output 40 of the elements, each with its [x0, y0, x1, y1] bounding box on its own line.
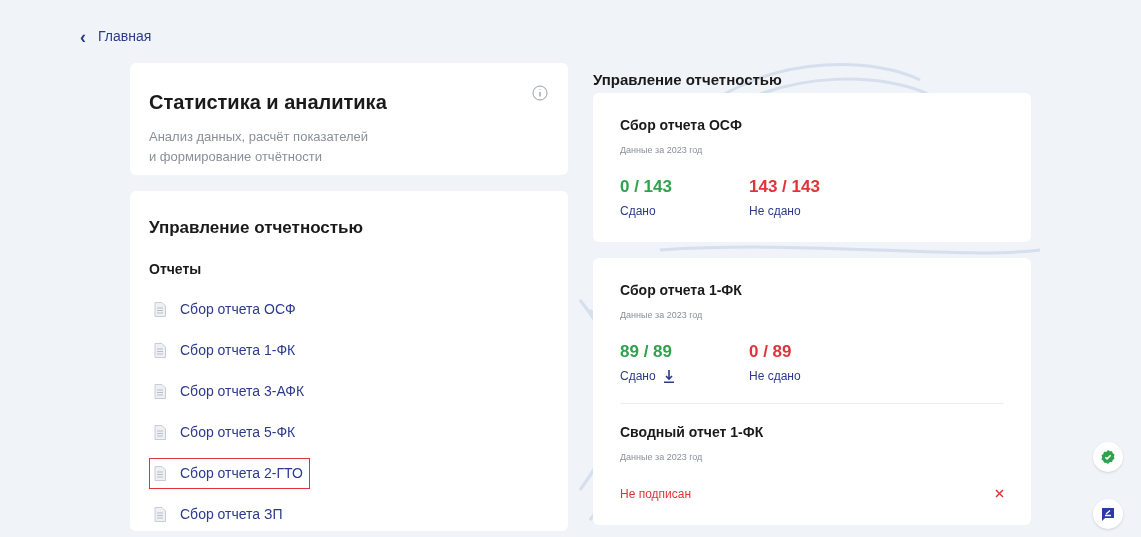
badge-check-icon: [1101, 450, 1115, 464]
document-icon: [154, 342, 166, 358]
section-title: Управление отчетностью: [149, 217, 364, 239]
page-description: Анализ данных, расчёт показателей и формирование отчётности: [149, 128, 369, 166]
card-subtitle: Данные за 2023 год: [620, 309, 703, 322]
card-title: Сбор отчета 1-ФК: [620, 281, 742, 300]
section-title: Управление отчетностью: [593, 70, 782, 90]
report-link[interactable]: Сбор отчета 2-ГТО: [149, 457, 310, 489]
document-icon: [154, 383, 166, 399]
card-title: Сбор отчета ОСФ: [620, 116, 742, 135]
close-icon[interactable]: [995, 489, 1004, 498]
verified-button[interactable]: [1093, 442, 1123, 472]
report-link[interactable]: Сбор отчета ЗП: [149, 498, 288, 530]
list-title: Отчеты: [149, 259, 202, 279]
stat-value: 89 / 89: [620, 340, 672, 363]
report-link[interactable]: Сбор отчета 5-ФК: [149, 416, 301, 448]
page-title: Статистика и аналитика: [149, 90, 387, 115]
chevron-left-icon: ‹: [80, 27, 86, 46]
report-link[interactable]: Сбор отчета ОСФ: [149, 293, 301, 325]
signature-status: Не подписан: [620, 485, 692, 503]
chat-pencil-icon: [1101, 507, 1115, 521]
download-icon[interactable]: [663, 369, 674, 383]
stat-label: Не сдано: [749, 203, 801, 220]
stat-label: Сдано: [620, 203, 656, 220]
stat-label: Не сдано: [749, 368, 801, 385]
card-subtitle: Данные за 2023 год: [620, 451, 703, 464]
document-icon: [154, 301, 166, 317]
card-title: Сводный отчет 1-ФК: [620, 423, 764, 442]
report-link[interactable]: Сбор отчета 3-АФК: [149, 375, 310, 407]
card-subtitle: Данные за 2023 год: [620, 144, 703, 157]
stat-value: 0 / 89: [749, 340, 792, 363]
feedback-button[interactable]: [1093, 499, 1123, 529]
report-link[interactable]: Сбор отчета 1-ФК: [149, 334, 301, 366]
document-icon: [154, 506, 166, 522]
stat-label: Сдано: [620, 368, 656, 385]
back-link[interactable]: ‹ Главная: [80, 26, 152, 47]
document-icon: [154, 424, 166, 440]
stat-value: 0 / 143: [620, 175, 672, 198]
document-icon: [154, 465, 166, 481]
stat-value: 143 / 143: [749, 175, 820, 198]
